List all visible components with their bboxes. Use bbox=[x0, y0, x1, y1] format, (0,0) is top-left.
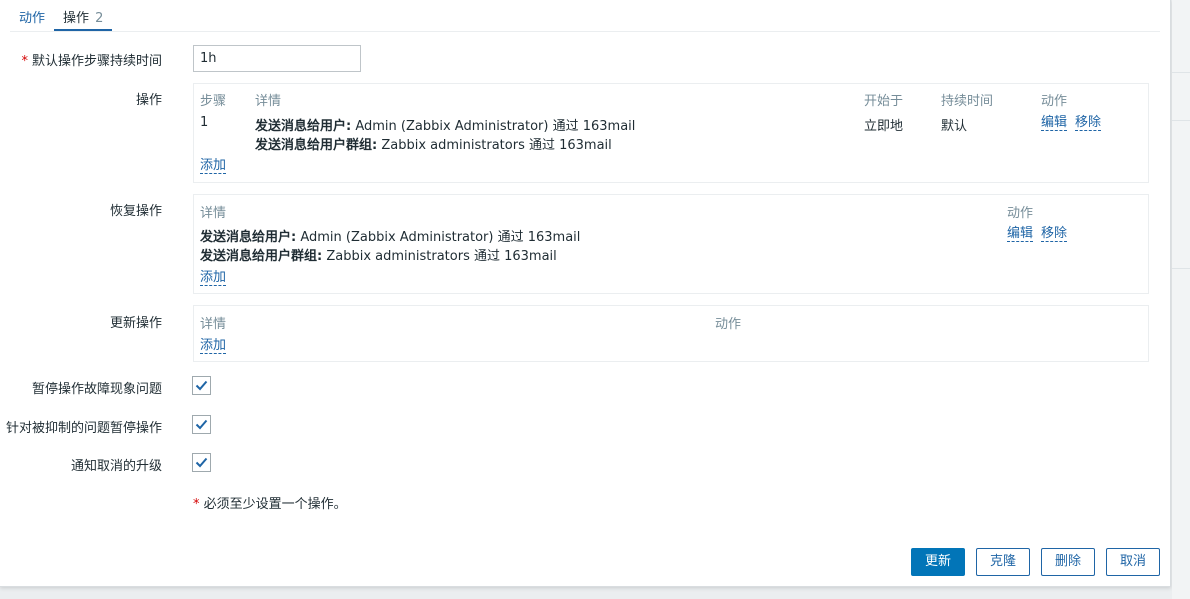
pause-suppressed-checkbox[interactable] bbox=[192, 415, 211, 434]
tab-operations-count: 2 bbox=[95, 11, 104, 26]
operations-label: 操作 bbox=[135, 93, 162, 108]
pause-symptoms-checkbox[interactable] bbox=[192, 376, 211, 395]
tab-action[interactable]: 动作 bbox=[10, 0, 54, 31]
tab-operations-label: 操作 bbox=[63, 11, 90, 26]
operation-remove-link[interactable]: 移除 bbox=[1075, 115, 1102, 131]
default-step-duration-input[interactable] bbox=[193, 45, 361, 72]
update-col-details: 详情 bbox=[200, 317, 227, 332]
update-col-action: 动作 bbox=[715, 317, 742, 332]
operation-edit-link[interactable]: 编辑 bbox=[1041, 115, 1068, 131]
notify-cancels-label: 通知取消的升级 bbox=[70, 459, 162, 474]
operation-duration: 默认 bbox=[941, 119, 968, 134]
cancel-button[interactable]: 取消 bbox=[1106, 548, 1160, 576]
pause-symptoms-label: 暂停操作故障现象问题 bbox=[31, 382, 162, 397]
operation-step: 1 bbox=[200, 115, 209, 130]
clone-button[interactable]: 克隆 bbox=[976, 548, 1030, 576]
col-details: 详情 bbox=[255, 94, 282, 109]
update-button[interactable]: 更新 bbox=[911, 548, 965, 576]
checkmark-icon bbox=[195, 380, 208, 391]
recovery-add-link[interactable]: 添加 bbox=[200, 270, 227, 286]
checkmark-icon bbox=[195, 419, 208, 430]
recovery-remove-link[interactable]: 移除 bbox=[1041, 226, 1068, 242]
notify-cancels-checkbox[interactable] bbox=[192, 453, 211, 472]
recovery-operations-label: 恢复操作 bbox=[109, 204, 162, 219]
update-add-link[interactable]: 添加 bbox=[200, 338, 227, 354]
operation-detail-user: 发送消息给用户: Admin (Zabbix Administrator) 通过… bbox=[255, 119, 636, 134]
recovery-detail-group: 发送消息给用户群组: Zabbix administrators 通过 163m… bbox=[200, 249, 557, 264]
delete-button[interactable]: 删除 bbox=[1041, 548, 1095, 576]
operation-detail-group: 发送消息给用户群组: Zabbix administrators 通过 163m… bbox=[255, 138, 612, 153]
checkmark-icon bbox=[195, 457, 208, 468]
recovery-detail-user: 发送消息给用户: Admin (Zabbix Administrator) 通过… bbox=[200, 230, 581, 245]
recovery-col-details: 详情 bbox=[200, 206, 227, 221]
recovery-operations-table: 详情 动作 发送消息给用户: Admin (Zabbix Administrat… bbox=[193, 194, 1149, 294]
operations-table: 步骤 详情 开始于 持续时间 动作 1 发送消息给用户: Admin (Zabb… bbox=[193, 83, 1149, 183]
required-marker: * bbox=[21, 54, 28, 69]
operation-start-in: 立即地 bbox=[864, 119, 904, 134]
pause-suppressed-label: 针对被抑制的问题暂停操作 bbox=[5, 421, 162, 436]
recovery-col-action: 动作 bbox=[1007, 206, 1034, 221]
default-step-duration-label: * 默认操作步骤持续时间 bbox=[21, 54, 162, 69]
tab-action-label: 动作 bbox=[19, 11, 46, 26]
update-operations-table: 详情 动作 添加 bbox=[193, 305, 1149, 362]
tab-bar: 动作 操作 2 bbox=[10, 0, 113, 31]
recovery-edit-link[interactable]: 编辑 bbox=[1007, 226, 1034, 242]
col-duration: 持续时间 bbox=[941, 94, 994, 109]
col-start-in: 开始于 bbox=[864, 94, 904, 109]
tab-operations[interactable]: 操作 2 bbox=[54, 0, 113, 31]
action-dialog: 动作 操作 2 *默认操作步骤持续时间 操作 步骤 详情 开始于 持续时间 动作… bbox=[0, 0, 1171, 587]
background-page-edge bbox=[1172, 0, 1190, 599]
col-action: 动作 bbox=[1041, 94, 1068, 109]
update-operations-label: 更新操作 bbox=[109, 316, 162, 331]
operations-add-link[interactable]: 添加 bbox=[200, 158, 227, 174]
tabs-divider bbox=[10, 31, 1160, 32]
required-note: * 必须至少设置一个操作。 bbox=[193, 497, 347, 512]
col-step: 步骤 bbox=[200, 94, 227, 109]
